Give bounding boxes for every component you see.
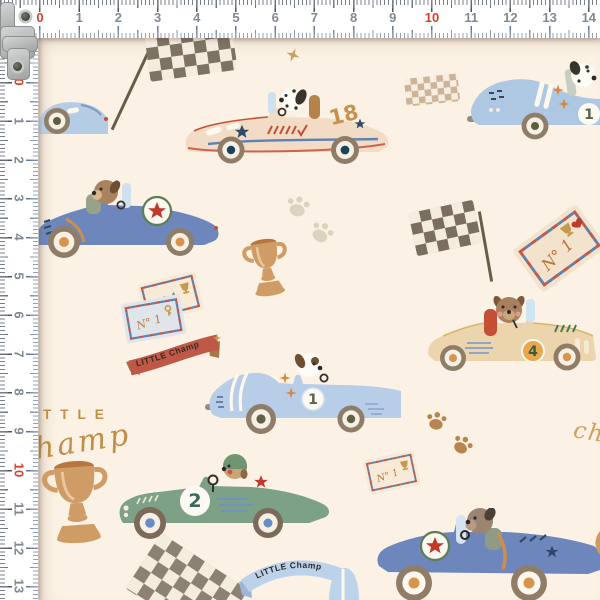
- ruler-number: 5: [232, 10, 240, 25]
- wheel-icon: [521, 112, 549, 140]
- ruler-number: 9: [11, 427, 27, 435]
- rivet-hole: [21, 12, 30, 21]
- race-car-cream-18: 18: [185, 87, 389, 164]
- checkered-flag-icon: [408, 199, 482, 257]
- wheel-icon: [553, 343, 581, 371]
- wheel-icon: [511, 565, 547, 600]
- ruler-number: 13: [11, 579, 27, 594]
- star-emblem-icon: [141, 195, 173, 227]
- paw-print-icon: [454, 435, 473, 454]
- trophy-icon: [242, 238, 287, 297]
- flag-pole: [477, 210, 493, 282]
- wheel-icon: [48, 226, 80, 258]
- rivet-hole: [13, 62, 22, 71]
- wheel-icon: [337, 405, 365, 433]
- light-blue-car-top-left-partial: [39, 102, 109, 134]
- ruler-number: 3: [11, 194, 27, 203]
- partial-blue-motif: [329, 568, 359, 600]
- car-number: 4: [528, 344, 538, 360]
- ruler-number: 10: [424, 10, 440, 25]
- vertical-ruler: 0 1 2 3 4 5 6 7 8 9 10 11 12 13: [0, 33, 38, 600]
- wheel-icon: [166, 228, 194, 256]
- number-badge: 4: [521, 339, 545, 363]
- paw-print-icon: [427, 412, 447, 430]
- champ-script-right: champ: [571, 417, 600, 457]
- race-car-blue-mid-left: [39, 180, 219, 258]
- postcard-no1: N° 1: [510, 202, 600, 300]
- race-car-blue-middle-1: 1: [205, 353, 401, 434]
- race-car-blue-top-right: 1: [467, 61, 600, 140]
- number-badge: 2: [180, 486, 210, 516]
- ruler-number: 13: [542, 10, 557, 25]
- windshield: [268, 92, 276, 114]
- ruler-number: 12: [503, 10, 518, 25]
- paw-print-icon: [312, 222, 334, 243]
- trophy-icon: [42, 460, 108, 544]
- number-badge: 1: [578, 103, 600, 125]
- wheel-icon: [246, 404, 276, 434]
- ruler-number: 2: [114, 10, 123, 25]
- windshield: [122, 183, 131, 208]
- windshield: [526, 299, 535, 322]
- race-car-green-2: 2: [119, 454, 329, 539]
- postcard-no1: N° 1: [361, 449, 423, 501]
- fabric-swatch: 18 1 N° 1 LITTLE Champ N° 1 4 1 TTLE cha…: [39, 38, 600, 600]
- ruler-number: 4: [11, 233, 27, 241]
- wheel-icon: [217, 136, 245, 164]
- svg-text:LITTLE Champ: LITTLE Champ: [254, 560, 323, 581]
- ruler-number: 5: [11, 272, 27, 280]
- ruler-number: 11: [11, 501, 27, 516]
- wheel-icon: [253, 508, 283, 538]
- ruler-number: 1: [75, 10, 83, 25]
- ruler-number: 8: [349, 10, 358, 25]
- checker-patch-icon: [403, 73, 461, 107]
- race-car-tan-4: 4: [428, 295, 596, 371]
- wheel-icon: [44, 108, 70, 134]
- wheel-icon: [396, 565, 432, 600]
- ruler-number: 0: [36, 10, 44, 25]
- ruler-number: 11: [464, 10, 479, 25]
- wheel-icon: [440, 345, 466, 371]
- car-number: 1: [584, 107, 594, 123]
- trophy-partial-icon: [595, 531, 600, 555]
- banner-text: LITTLE Champ: [254, 560, 323, 581]
- ruler-number: 9: [389, 10, 397, 25]
- checkered-flag-top-icon: [144, 38, 238, 82]
- fabric-swatch-photo: 18 1 N° 1 LITTLE Champ N° 1 4 1 TTLE cha…: [0, 0, 600, 600]
- car-number: 2: [188, 490, 201, 512]
- ruler-number: 2: [11, 155, 27, 164]
- ruler-number: 1: [11, 117, 27, 125]
- ruler-number: 14: [581, 10, 597, 25]
- car-number: 1: [308, 392, 318, 408]
- driver-dog-dalmatian-icon: [277, 87, 307, 117]
- gold-star-icon: [286, 48, 300, 62]
- ruler-number: 7: [11, 349, 27, 358]
- ruler-number: 12: [11, 540, 27, 555]
- horizontal-ruler: 0 1 2 3 4 5 6 7 8 9 10 11 12 13 14: [0, 0, 600, 38]
- flag-pole: [110, 45, 152, 131]
- race-car-blue-bottom-right: [377, 508, 600, 600]
- ruler-number: 7: [310, 10, 319, 25]
- star-emblem-icon: [419, 530, 451, 562]
- little-caps-text: LITTLE: [39, 407, 113, 422]
- wheel-icon: [331, 136, 359, 164]
- number-badge: 1: [301, 387, 325, 411]
- ruler-number: 4: [193, 10, 201, 25]
- ruler-number: 6: [11, 311, 27, 319]
- ruler-number: 6: [271, 10, 279, 25]
- seat: [484, 309, 497, 336]
- ruler-number: 8: [11, 388, 27, 397]
- paw-print-icon: [287, 196, 310, 217]
- ruler-number: 3: [153, 10, 162, 25]
- ruler-number: 10: [11, 462, 27, 478]
